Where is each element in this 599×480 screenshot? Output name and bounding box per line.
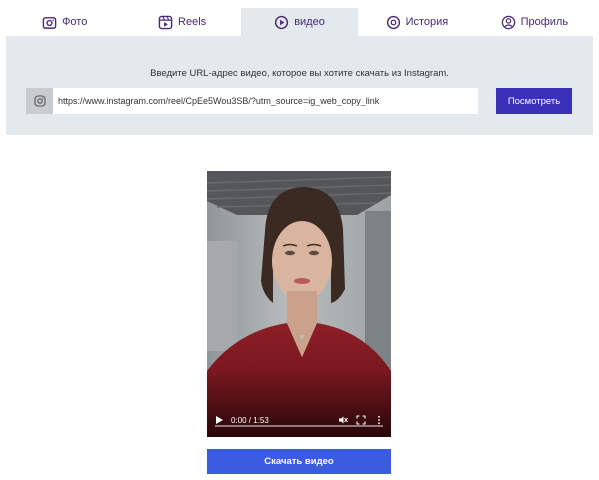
url-input-group: [26, 88, 478, 114]
camera-icon: [42, 16, 57, 29]
tab-label: видео: [294, 16, 325, 28]
fullscreen-icon[interactable]: [355, 414, 367, 426]
player-controls: 0:00 / 1:53: [207, 403, 391, 437]
tab-label: Профиль: [520, 16, 569, 28]
play-circle-icon: [275, 15, 289, 29]
tab-profile[interactable]: Профиль: [476, 8, 593, 36]
tab-photo[interactable]: Фото: [6, 8, 123, 36]
mute-icon[interactable]: [337, 414, 349, 426]
tab-reels[interactable]: Reels: [123, 8, 240, 36]
tab-video[interactable]: видео: [240, 8, 359, 36]
url-input[interactable]: [53, 88, 478, 114]
profile-icon: [501, 15, 515, 29]
video-frame: [207, 171, 391, 437]
view-button[interactable]: Посмотреть: [496, 88, 572, 114]
form-prompt: Введите URL-адрес видео, которое вы хоти…: [150, 68, 449, 79]
tab-label: Фото: [62, 16, 88, 28]
url-form-panel: Введите URL-адрес видео, которое вы хоти…: [6, 36, 593, 135]
story-icon: [386, 15, 400, 29]
instagram-icon: [26, 88, 53, 114]
play-icon[interactable]: [213, 414, 225, 426]
tab-label: Reels: [178, 16, 207, 28]
tab-story[interactable]: История: [358, 8, 475, 36]
video-player[interactable]: 0:00 / 1:53: [207, 171, 391, 437]
tab-bar: Фото Reels видео История Профиль: [6, 8, 593, 36]
reels-icon: [158, 15, 173, 29]
time-display: 0:00 / 1:53: [231, 415, 269, 425]
download-video-button[interactable]: Скачать видео: [207, 449, 391, 474]
more-options-icon[interactable]: [373, 414, 385, 426]
tab-label: История: [405, 16, 449, 28]
